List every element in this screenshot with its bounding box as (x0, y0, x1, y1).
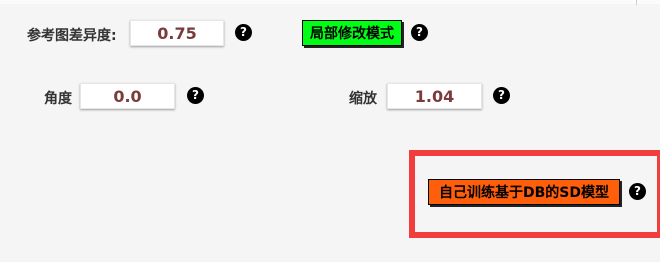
settings-panel: { "row1": { "ref_diff_label": "参考图差异度:",… (0, 0, 660, 262)
angle-input[interactable] (80, 83, 175, 109)
scale-input[interactable] (387, 83, 482, 109)
divider (636, 0, 637, 5)
top-strip (0, 0, 660, 4)
reference-difference-input[interactable] (130, 20, 224, 46)
angle-label: 角度 (44, 91, 72, 107)
local-edit-mode-button[interactable]: 局部修改模式 (302, 20, 402, 46)
scale-label: 缩放 (349, 91, 377, 107)
help-icon[interactable]: ? (235, 24, 252, 41)
custom-db-model-button[interactable]: 自己训练基于DB的SD模型 (428, 179, 620, 205)
help-icon[interactable]: ? (411, 24, 428, 41)
help-icon[interactable]: ? (187, 87, 204, 104)
reference-difference-label: 参考图差异度: (27, 28, 117, 44)
help-icon[interactable]: ? (629, 183, 646, 200)
help-icon[interactable]: ? (493, 87, 510, 104)
